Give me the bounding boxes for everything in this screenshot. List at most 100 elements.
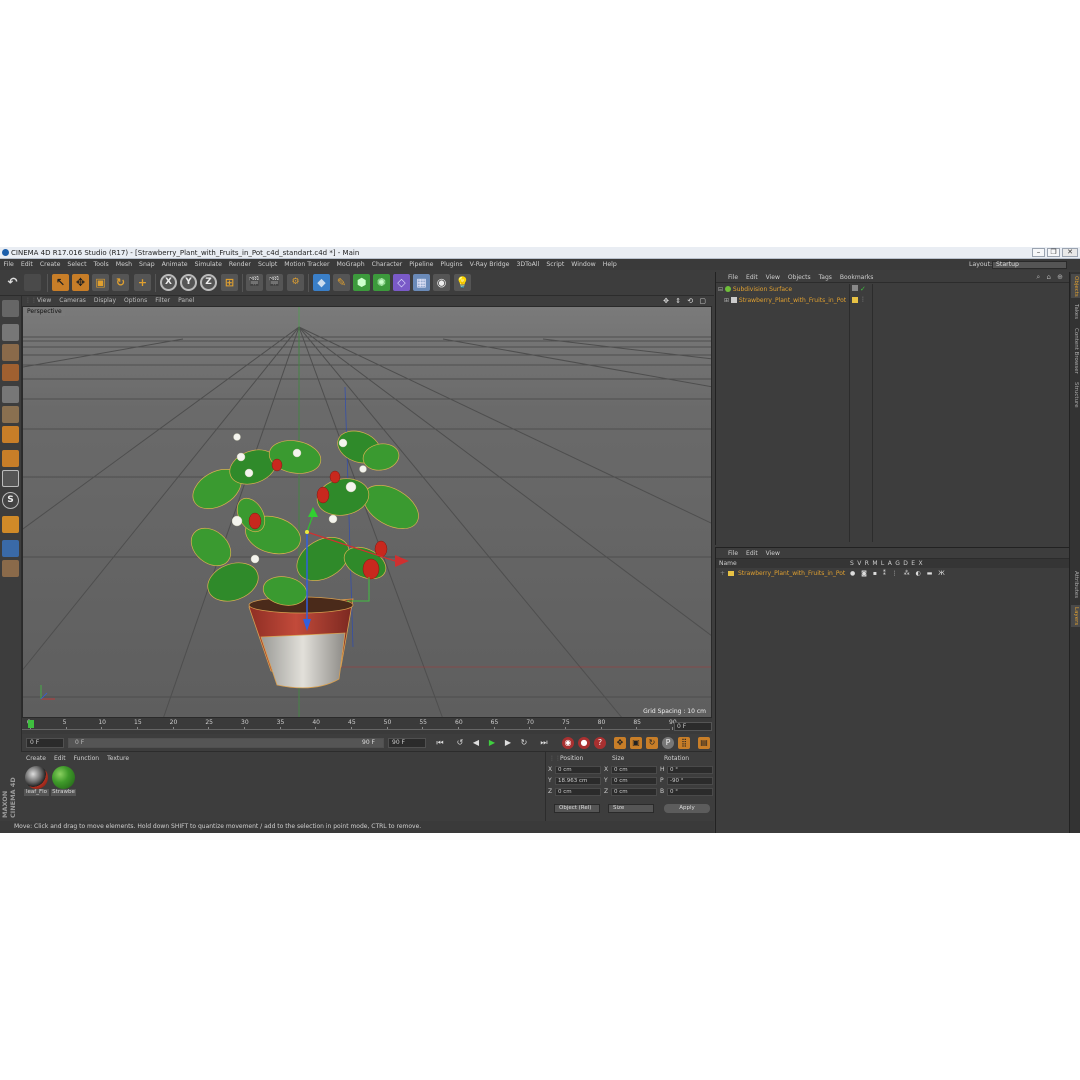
workplane-mode-icon[interactable] xyxy=(2,364,19,381)
go-to-end-icon[interactable]: ⏭ xyxy=(538,737,550,749)
object-menu-view[interactable]: View xyxy=(762,272,784,283)
tab-objects[interactable]: Objects xyxy=(1071,274,1080,298)
layer-row[interactable]: + Strawberry_Plant_with_Fruits_in_Pot ● … xyxy=(716,569,1070,578)
menu-select[interactable]: Select xyxy=(64,259,90,270)
viewport-menu-display[interactable]: Display xyxy=(90,296,120,306)
viewport-menu-options[interactable]: Options xyxy=(120,296,151,306)
menu-character[interactable]: Character xyxy=(368,259,406,270)
layout-dropdown[interactable]: Startup xyxy=(992,261,1067,269)
planar-workplane-icon[interactable] xyxy=(2,540,19,557)
rotation-key-icon[interactable]: ↻ xyxy=(646,737,658,749)
camera-icon[interactable]: ◉ xyxy=(433,274,450,291)
pen-spline-icon[interactable]: ✎ xyxy=(333,274,350,291)
perspective-viewport[interactable]: Perspective Grid Spacing : 10 cm xyxy=(22,306,712,718)
floor-icon[interactable]: ▦ xyxy=(413,274,430,291)
visibility-toggle-icon[interactable] xyxy=(852,285,858,291)
point-level-key-icon[interactable]: ⣿ xyxy=(678,737,690,749)
menu-script[interactable]: Script xyxy=(543,259,568,270)
apply-button[interactable]: Apply xyxy=(664,804,710,813)
camera-label[interactable]: Perspective xyxy=(24,308,65,316)
menu-tools[interactable]: Tools xyxy=(90,259,112,270)
layer-menu-edit[interactable]: Edit xyxy=(742,548,762,559)
playhead-marker[interactable] xyxy=(28,720,34,728)
current-frame-field[interactable]: 0 F xyxy=(674,722,712,731)
quantize-icon[interactable] xyxy=(2,560,19,577)
previous-frame-icon[interactable]: ◀ xyxy=(470,737,482,749)
x-axis-lock[interactable]: X xyxy=(160,274,177,291)
material-menu-function[interactable]: Function xyxy=(70,754,104,764)
subdivision-surface-icon[interactable]: ⬢ xyxy=(353,274,370,291)
y-axis-lock[interactable]: Y xyxy=(180,274,197,291)
menu-create[interactable]: Create xyxy=(36,259,64,270)
menu-mograph[interactable]: MoGraph xyxy=(333,259,368,270)
cube-primitive-icon[interactable]: ◆ xyxy=(313,274,330,291)
go-to-start-icon[interactable]: ⏮ xyxy=(434,737,446,749)
object-menu-objects[interactable]: Objects xyxy=(784,272,815,283)
position-key-icon[interactable]: ✥ xyxy=(614,737,626,749)
menu-motion-tracker[interactable]: Motion Tracker xyxy=(281,259,333,270)
timeline-ruler[interactable]: 051015202530354045505560657075808590 0 F xyxy=(22,718,712,734)
autokeying-icon[interactable]: ● xyxy=(578,737,590,749)
menu-plugins[interactable]: Plugins xyxy=(437,259,466,270)
menu-help[interactable]: Help xyxy=(599,259,620,270)
enabled-check-icon[interactable]: ✓ xyxy=(860,285,866,293)
live-selection-icon[interactable]: ↖ xyxy=(52,274,69,291)
coordinate-mode-dropdown[interactable]: Object (Rel) xyxy=(554,804,600,813)
render-picture-viewer-icon[interactable]: 🎬 xyxy=(266,274,283,291)
menu-mesh[interactable]: Mesh xyxy=(112,259,135,270)
viewport-menu-panel[interactable]: Panel xyxy=(174,296,198,306)
previous-key-icon[interactable]: ↺ xyxy=(454,737,466,749)
points-mode-icon[interactable] xyxy=(2,386,19,403)
start-frame-field[interactable]: 0 F xyxy=(26,738,64,748)
expand-icon[interactable]: ⊟ xyxy=(718,286,723,293)
size-z-field[interactable]: 0 cm xyxy=(611,788,657,796)
undo-icon[interactable]: ↶ xyxy=(4,274,21,291)
material-swatch[interactable]: Strawbe xyxy=(51,766,76,799)
material-swatch[interactable]: leaf_Flo xyxy=(24,766,49,799)
end-frame-field[interactable]: 90 F xyxy=(388,738,426,748)
move-tool-icon[interactable]: ✥ xyxy=(72,274,89,291)
menu-window[interactable]: Window xyxy=(568,259,599,270)
snap-icon[interactable]: S xyxy=(2,492,19,509)
object-menu-edit[interactable]: Edit xyxy=(742,272,762,283)
menu-3dtoall[interactable]: 3DToAll xyxy=(513,259,543,270)
viewport-menu-view[interactable]: View xyxy=(33,296,55,306)
next-key-icon[interactable]: ↻ xyxy=(518,737,530,749)
object-menu-file[interactable]: File xyxy=(724,272,742,283)
size-x-field[interactable]: 0 cm xyxy=(611,766,657,774)
tab-content-browser[interactable]: Content Browser xyxy=(1071,326,1080,376)
rotation-b-field[interactable]: 0 ° xyxy=(667,788,713,796)
lock-workplane-icon[interactable] xyxy=(2,516,19,533)
viewport-menu-cameras[interactable]: Cameras xyxy=(55,296,90,306)
rotation-p-field[interactable]: -90 ° xyxy=(667,777,713,785)
tab-layers[interactable]: Layers xyxy=(1071,605,1080,627)
object-row[interactable]: ⊟ Subdivision Surface xyxy=(718,285,792,295)
tweak-mode-icon[interactable] xyxy=(2,470,19,487)
material-menu-create[interactable]: Create xyxy=(22,754,50,764)
keyframe-selection-icon[interactable]: ? xyxy=(594,737,606,749)
make-editable-icon[interactable] xyxy=(2,300,19,317)
menu-animate[interactable]: Animate xyxy=(158,259,191,270)
light-icon[interactable]: 💡 xyxy=(454,274,471,291)
deformer-icon[interactable]: ◇ xyxy=(393,274,410,291)
polygons-mode-icon[interactable] xyxy=(2,426,19,443)
layer-color-icon[interactable] xyxy=(852,297,858,303)
menu-vray-bridge[interactable]: V-Ray Bridge xyxy=(466,259,513,270)
recent-tool-icon[interactable]: + xyxy=(134,274,151,291)
timeline-window-icon[interactable]: ▤ xyxy=(698,737,710,749)
viewport-menu-filter[interactable]: Filter xyxy=(151,296,174,306)
position-y-field[interactable]: 18.963 cm xyxy=(555,777,601,785)
tab-structure[interactable]: Structure xyxy=(1071,380,1080,410)
minimize-button[interactable]: – xyxy=(1032,248,1045,257)
menu-simulate[interactable]: Simulate xyxy=(191,259,225,270)
texture-mode-icon[interactable] xyxy=(2,344,19,361)
position-z-field[interactable]: 0 cm xyxy=(555,788,601,796)
material-menu-edit[interactable]: Edit xyxy=(50,754,70,764)
array-icon[interactable]: ✺ xyxy=(373,274,390,291)
play-forward-icon[interactable]: ▶ xyxy=(486,737,498,749)
menu-sculpt[interactable]: Sculpt xyxy=(254,259,280,270)
maximize-button[interactable]: ❐ xyxy=(1047,248,1060,257)
menu-file[interactable]: File xyxy=(0,259,17,270)
layer-flag-icons[interactable]: ● ◙ ▪ ⁑ ⋮ ⁂ ◐ ▬ Ж xyxy=(850,569,947,578)
object-row[interactable]: ⊞ Strawberry_Plant_with_Fruits_in_Pot xyxy=(724,296,846,306)
